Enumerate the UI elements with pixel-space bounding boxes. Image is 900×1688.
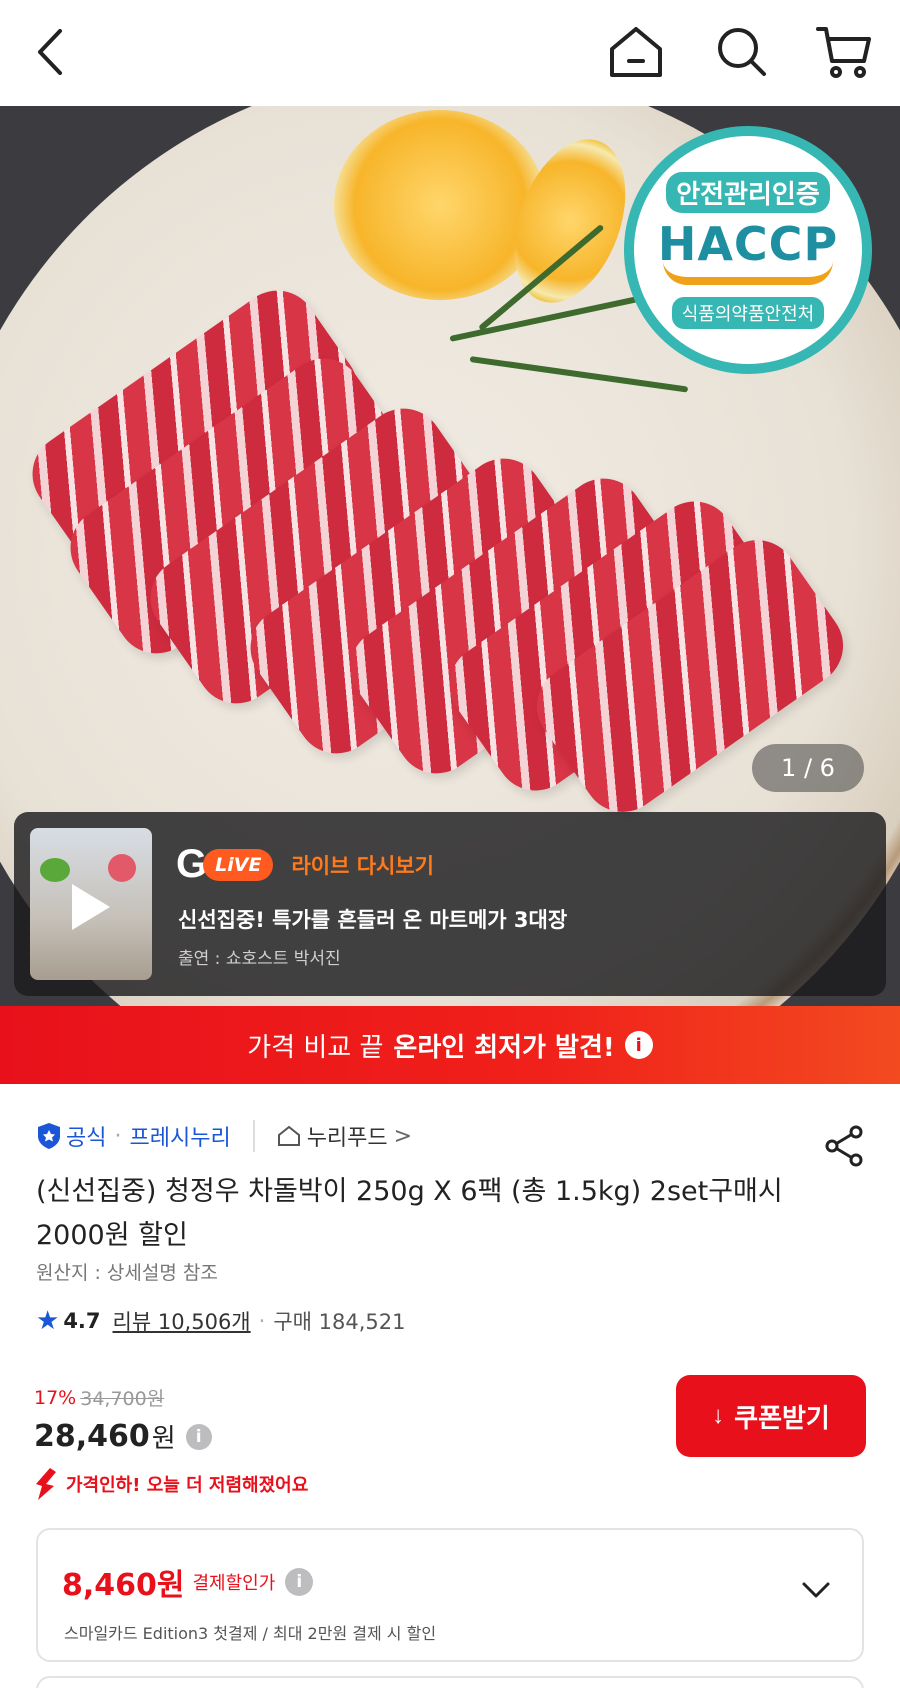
- shop-link[interactable]: 누리푸드 >: [277, 1120, 412, 1152]
- purchase-count: 구매 184,521: [273, 1310, 406, 1334]
- live-title: 신선집중! 특가를 흔들러 온 마트메가 3대장: [178, 908, 568, 932]
- banner-text: 가격 비교 끝: [247, 1032, 384, 1063]
- original-price: 34,700원: [80, 1388, 165, 1410]
- brand-link[interactable]: 프레시누리: [129, 1120, 230, 1152]
- shop-home-icon: [277, 1125, 300, 1146]
- play-icon: [72, 884, 110, 930]
- next-card-edge: [36, 1676, 864, 1688]
- sale-price: 28,460 원 i: [34, 1418, 212, 1455]
- cart-button[interactable]: [814, 22, 874, 82]
- discount-row: 17% 34,700원: [34, 1384, 164, 1411]
- live-cast: 출연 : 쇼호스트 박서진: [178, 949, 341, 969]
- shop-name: 누리푸드: [306, 1126, 388, 1151]
- payment-discount-card[interactable]: 8,460원 결제할인가 i 스마일카드 Edition3 첫결제 / 최대 2…: [36, 1528, 864, 1662]
- haccp-badge-top: 안전관리인증: [666, 171, 830, 213]
- haccp-smile-icon: [663, 261, 833, 285]
- top-app-bar: [0, 0, 900, 106]
- glive-logo-live: LiVE: [203, 848, 274, 881]
- coupon-label: 쿠폰받기: [734, 1402, 830, 1433]
- search-icon: [718, 28, 766, 76]
- info-icon[interactable]: i: [285, 1568, 314, 1596]
- payment-description: 스마일카드 Edition3 첫결제 / 최대 2만원 결제 시 할인: [64, 1624, 437, 1643]
- info-icon[interactable]: i: [624, 1031, 653, 1059]
- haccp-badge: 안전관리인증 HACCP 식품의약품안전처: [624, 126, 872, 374]
- product-title: (신선집중) 청정우 차돌박이 250g X 6팩 (총 1.5kg) 2set…: [36, 1176, 783, 1251]
- discount-rate: 17%: [34, 1386, 77, 1409]
- price-cut-text: 가격인하! 오늘 더 저렴해졌어요: [66, 1475, 309, 1496]
- live-replay-card[interactable]: G LiVE 라이브 다시보기 신선집중! 특가를 흔들러 온 마트메가 3대장…: [14, 812, 886, 996]
- glive-logo: G LiVE 라이브 다시보기: [176, 842, 434, 887]
- lowest-price-banner[interactable]: 가격 비교 끝 온라인 최저가 발견! i: [0, 1006, 900, 1084]
- live-video-thumbnail[interactable]: [30, 828, 152, 980]
- divider: [252, 1120, 255, 1152]
- rating-score: 4.7: [63, 1309, 101, 1333]
- star-icon: ★: [36, 1306, 60, 1336]
- download-icon: ↓: [712, 1402, 725, 1429]
- seller-row: 공식 · 프레시누리 누리푸드 >: [36, 1120, 412, 1152]
- down-arrow-icon: [36, 1468, 56, 1500]
- package-image: [108, 854, 136, 882]
- price-unit: 원: [151, 1424, 176, 1454]
- price-cut-note: 가격인하! 오늘 더 저렴해졌어요: [34, 1466, 308, 1502]
- live-replay-label: 라이브 다시보기: [291, 853, 434, 878]
- coupon-button[interactable]: ↓ 쿠폰받기: [676, 1375, 866, 1457]
- review-link[interactable]: 리뷰 10,506개: [113, 1306, 251, 1336]
- price-value: 28,460: [34, 1419, 150, 1454]
- lemon-slice-image: [334, 110, 546, 300]
- back-button[interactable]: [22, 22, 82, 82]
- share-icon[interactable]: [822, 1124, 866, 1168]
- product-image-carousel[interactable]: 안전관리인증 HACCP 식품의약품안전처 1 / 6 G LiVE 라이브 다…: [0, 106, 900, 1006]
- chevron-down-icon[interactable]: [796, 1570, 836, 1610]
- home-button[interactable]: [606, 22, 666, 82]
- separator-dot: ·: [258, 1309, 266, 1333]
- info-icon[interactable]: i: [185, 1423, 212, 1450]
- chevron-right-icon: >: [393, 1123, 413, 1149]
- payment-amount-row: 8,460원 결제할인가 i: [62, 1560, 314, 1604]
- search-button[interactable]: [712, 22, 772, 82]
- payment-label: 결제할인가: [192, 1573, 276, 1594]
- image-counter: 1 / 6: [752, 744, 864, 792]
- home-icon: [610, 27, 662, 77]
- rating-row: ★ 4.7 리뷰 10,506개 · 구매 184,521: [36, 1306, 405, 1336]
- official-badge: 공식: [66, 1126, 107, 1151]
- official-shield-icon: [38, 1123, 60, 1149]
- vegetable-image: [40, 858, 70, 882]
- origin-info: 원산지 : 상세설명 참조: [36, 1262, 218, 1284]
- chevron-left-icon: [38, 29, 62, 75]
- cart-icon: [816, 27, 871, 78]
- separator-dot: ·: [114, 1123, 122, 1149]
- haccp-badge-bottom: 식품의약품안전처: [671, 296, 825, 329]
- payment-amount: 8,460원: [62, 1568, 185, 1603]
- banner-highlight: 온라인 최저가 발견!: [393, 1032, 615, 1063]
